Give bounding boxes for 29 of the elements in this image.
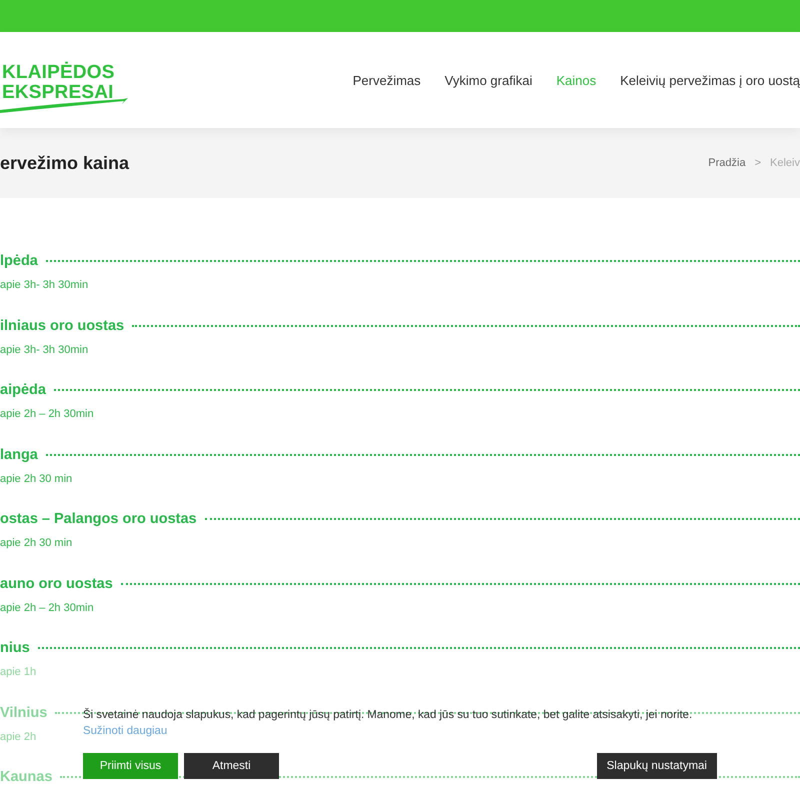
- route-name: ilniaus oro uostas: [0, 318, 124, 334]
- route-name: auno oro uostas: [0, 576, 113, 592]
- route-name: nius: [0, 640, 30, 656]
- route-duration: apie 3h- 3h 30min: [0, 279, 88, 291]
- page-title: ervežimo kaina: [0, 152, 130, 174]
- route-name: aipėda: [0, 382, 46, 398]
- route-name: langa: [0, 446, 38, 462]
- route-name: ostas – Palangos oro uostas: [0, 511, 197, 527]
- route-name: Vilnius: [0, 704, 48, 720]
- route-duration: apie 2h 30 min: [0, 472, 72, 484]
- breadcrumb-separator: >: [754, 157, 762, 169]
- cookie-button[interactable]: Atmesti: [184, 753, 279, 779]
- route-duration: apie 3h- 3h 30min: [0, 344, 88, 356]
- breadcrumb-link[interactable]: Pradžia: [708, 157, 746, 169]
- nav-link[interactable]: Keleivių pervežimas į oro uostą: [620, 72, 800, 88]
- route-name: Kaunas: [0, 769, 52, 785]
- cookie-button[interactable]: Slapukų nustatymai: [596, 753, 717, 779]
- nav-link[interactable]: Vykimo grafikai: [444, 72, 532, 88]
- route-duration: apie 2h 30 min: [0, 537, 72, 549]
- route-duration: apie 1h: [0, 666, 36, 678]
- route-name: lpėda: [0, 253, 38, 269]
- route-duration: apie 2h – 2h 30min: [0, 602, 94, 614]
- route-duration: apie 2h: [0, 730, 36, 742]
- logo-text: KLAIPĖDOS: [2, 63, 116, 83]
- nav-link[interactable]: Pervežimas: [352, 72, 421, 88]
- logo-text: EKSPRESAI: [2, 83, 115, 103]
- cookie-button[interactable]: Priimti visus: [83, 753, 178, 779]
- route-duration: apie 2h – 2h 30min: [0, 408, 94, 420]
- cookie-message: Ši svetainė naudoja slapukus, kad pagerintų jūsų patirtį. Manome, kad jūs su tuo sutinkate, bet galite atsisakyti, jei norite.: [83, 709, 694, 721]
